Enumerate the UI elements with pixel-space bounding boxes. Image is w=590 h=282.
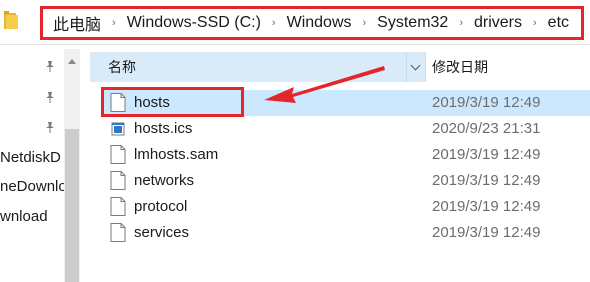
nav-item-netdisk[interactable]: NetdiskD (0, 149, 61, 166)
pin-icon[interactable] (44, 91, 56, 103)
file-row-protocol[interactable]: protocol 2019/3/19 12:49 (102, 194, 590, 220)
nav-scrollbar[interactable] (64, 49, 80, 282)
chevron-right-icon[interactable]: › (450, 17, 472, 29)
file-name: services (134, 224, 190, 241)
annotation-arrow-icon (264, 66, 385, 103)
column-date-modified[interactable]: 修改日期 (430, 52, 488, 82)
file-row-hosts-ics[interactable]: hosts.ics 2020/9/23 21:31 (102, 116, 590, 142)
scroll-up-icon[interactable] (68, 59, 76, 64)
nav-item-downloads-2[interactable]: wnload (0, 208, 48, 225)
breadcrumb-etc[interactable]: etc (546, 14, 571, 32)
breadcrumb[interactable]: 此电脑 › Windows-SSD (C:) › Windows › Syste… (40, 6, 584, 40)
file-name: lmhosts.sam (134, 146, 219, 163)
nav-item-downloads-1[interactable]: neDownlo (0, 178, 67, 195)
file-icon (110, 197, 126, 216)
breadcrumb-system32[interactable]: System32 (375, 14, 450, 32)
file-name: networks (134, 172, 195, 189)
file-date: 2019/3/19 12:49 (432, 146, 541, 163)
file-date: 2019/3/19 12:49 (432, 94, 541, 111)
file-date: 2019/3/19 12:49 (432, 224, 541, 241)
chevron-down-icon (410, 60, 421, 71)
file-date: 2019/3/19 12:49 (432, 172, 541, 189)
folder-icon (4, 11, 18, 29)
chevron-right-icon[interactable]: › (263, 17, 285, 29)
chevron-right-icon[interactable]: › (354, 17, 376, 29)
file-row-services[interactable]: services 2019/3/19 12:49 (102, 220, 590, 246)
file-name: protocol (134, 198, 188, 215)
file-row-lmhosts[interactable]: lmhosts.sam 2019/3/19 12:49 (102, 142, 590, 168)
pin-icon[interactable] (44, 60, 56, 72)
address-bar: 此电脑 › Windows-SSD (C:) › Windows › Syste… (0, 0, 590, 45)
annotation-highlight-box (101, 87, 244, 117)
scrollbar-thumb[interactable] (65, 129, 79, 282)
navigation-pane: NetdiskD neDownlo wnload (0, 45, 80, 282)
breadcrumb-drive[interactable]: Windows-SSD (C:) (125, 14, 263, 32)
chevron-right-icon[interactable]: › (103, 17, 125, 29)
file-icon (110, 145, 126, 164)
file-icon (110, 223, 126, 242)
ics-file-icon (111, 122, 125, 136)
file-name: hosts.ics (134, 120, 193, 137)
breadcrumb-windows[interactable]: Windows (285, 14, 354, 32)
chevron-right-icon[interactable]: › (524, 17, 546, 29)
file-icon (110, 171, 126, 190)
file-row-networks[interactable]: networks 2019/3/19 12:49 (102, 168, 590, 194)
column-sort-button[interactable] (406, 52, 426, 82)
breadcrumb-drivers[interactable]: drivers (472, 14, 524, 32)
file-date: 2020/9/23 21:31 (432, 120, 541, 137)
file-date: 2019/3/19 12:49 (432, 198, 541, 215)
breadcrumb-this-pc[interactable]: 此电脑 (51, 11, 103, 35)
pin-icon[interactable] (44, 121, 56, 133)
